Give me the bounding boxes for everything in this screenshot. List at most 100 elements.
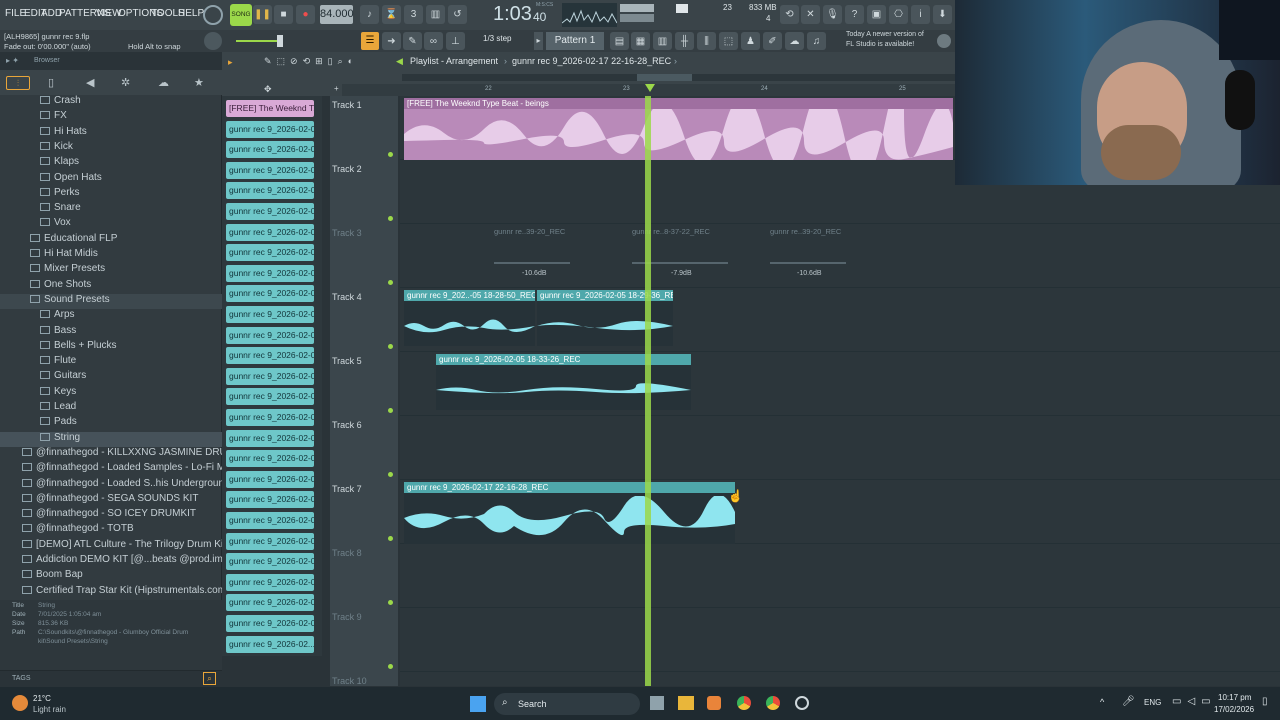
snap-step-select[interactable]: 1/3 step bbox=[483, 34, 511, 43]
playhead-marker[interactable] bbox=[645, 84, 655, 92]
browser-item[interactable]: Bells + Plucks bbox=[0, 340, 222, 355]
track-name[interactable]: Track 8 bbox=[332, 548, 362, 558]
tempo-display[interactable]: 84.000 bbox=[320, 5, 354, 24]
browser-item[interactable]: Klaps bbox=[0, 156, 222, 171]
browser-item[interactable]: Educational FLP bbox=[0, 233, 222, 248]
browser-item[interactable]: @finnathegod - Loaded Samples - Lo-Fi Me… bbox=[0, 462, 222, 477]
clip-picker-item[interactable]: gunnr rec 9_2026-02-03... bbox=[226, 120, 314, 138]
undo-history-icon[interactable]: ⟲ bbox=[780, 5, 799, 24]
weather-temp[interactable]: 21°C bbox=[33, 694, 51, 703]
track-lane[interactable] bbox=[400, 416, 1280, 480]
playlist-menu-icon[interactable]: ▸ bbox=[228, 57, 233, 68]
clip-picker-item[interactable]: gunnr rec 9_2026-02-03... bbox=[226, 264, 314, 282]
browser-item[interactable]: Boom Bap bbox=[0, 569, 222, 584]
browser-item[interactable]: Mixer Presets bbox=[0, 263, 222, 278]
browser-item[interactable]: Flute bbox=[0, 355, 222, 370]
steam-icon[interactable] bbox=[795, 696, 809, 710]
track-mute-led[interactable] bbox=[388, 280, 393, 285]
clip-picker-item[interactable]: gunnr rec 9_2026-02-03... bbox=[226, 306, 314, 323]
browser-item[interactable]: @finnathegod - SO ICEY DRUMKIT bbox=[0, 508, 222, 523]
browser-item[interactable]: Keys bbox=[0, 386, 222, 401]
playlist-icon[interactable]: ▤ bbox=[610, 32, 629, 50]
tray-expand-icon[interactable]: ^ bbox=[1100, 697, 1104, 707]
browser-item[interactable]: FX bbox=[0, 110, 222, 125]
news-line-1[interactable]: Today A newer version of bbox=[846, 31, 924, 38]
browser-item[interactable]: Addiction DEMO KIT [@...beats @prod.immo… bbox=[0, 554, 222, 569]
browser-item[interactable]: Crash bbox=[0, 95, 222, 110]
clip-picker-item[interactable]: gunnr rec 9_2026-02... bbox=[226, 635, 314, 653]
track-name[interactable]: Track 2 bbox=[332, 164, 362, 174]
track-mute-led[interactable] bbox=[388, 600, 393, 605]
clip-picker-item[interactable]: gunnr rec 9_2026-02-03... bbox=[226, 347, 314, 365]
mixer-view-icon[interactable]: ╫ bbox=[675, 32, 694, 50]
track-name[interactable]: Track 5 bbox=[332, 356, 362, 366]
clip-picker-item[interactable]: gunnr rec 9_2026-02-05... bbox=[226, 615, 314, 632]
clip-picker-item[interactable]: gunnr rec 9_2026-02-03... bbox=[226, 182, 314, 200]
track-mute-led[interactable] bbox=[388, 536, 393, 541]
clip-picker-item[interactable]: gunnr rec 9_2026-02-03... bbox=[226, 429, 314, 447]
track-name[interactable]: Track 3 bbox=[332, 228, 362, 238]
timeline-ruler[interactable]: 22 23 24 25 bbox=[342, 84, 955, 96]
search-icon[interactable]: ⌕ bbox=[203, 672, 216, 685]
info-icon[interactable]: i bbox=[911, 5, 930, 24]
slider-handle[interactable] bbox=[277, 35, 283, 47]
clip-picker-item[interactable]: gunnr rec 9_2026-02-05... bbox=[226, 532, 314, 550]
browser-item[interactable]: Snare bbox=[0, 202, 222, 217]
track-name[interactable]: Track 7 bbox=[332, 484, 362, 494]
playlist-play-icon[interactable]: ◀ bbox=[396, 56, 403, 67]
playhead-line[interactable] bbox=[645, 96, 651, 686]
link-icon[interactable]: ∞ bbox=[424, 32, 443, 50]
clip-picker-item[interactable]: gunnr rec 9_2026-02-05... bbox=[226, 512, 314, 529]
track-mute-led[interactable] bbox=[388, 216, 393, 221]
plugin-icon[interactable]: ⎔ bbox=[889, 5, 908, 24]
track-mute-led[interactable] bbox=[388, 664, 393, 669]
mixer-icon[interactable]: ✕ bbox=[801, 5, 820, 24]
browser-item[interactable]: @finnathegod - Loaded S..his Underground… bbox=[0, 478, 222, 493]
news-line-2[interactable]: FL Studio is available! bbox=[846, 41, 914, 48]
download-icon[interactable]: ⬇ bbox=[933, 5, 952, 24]
clip-picker-item[interactable]: gunnr rec 9_2026-02-03... bbox=[226, 285, 314, 303]
plugin-picker-icon[interactable]: ⬚ bbox=[719, 32, 738, 50]
track-mute-led[interactable] bbox=[388, 472, 393, 477]
pattern-prev-icon[interactable]: ▸ bbox=[534, 32, 543, 50]
clip-picker-item[interactable]: [FREE] The Weeknd T... bbox=[226, 100, 314, 117]
network-volume-icons[interactable]: ▭◁▭ bbox=[1172, 696, 1217, 707]
master-volume-bar[interactable] bbox=[620, 4, 654, 12]
track-mute-led[interactable] bbox=[388, 152, 393, 157]
clip-picker-item[interactable]: gunnr rec 9_2026-02-03... bbox=[226, 409, 314, 426]
browser-item[interactable]: Lead bbox=[0, 401, 222, 416]
track-name[interactable]: Track 9 bbox=[332, 612, 362, 622]
clip-picker-item[interactable]: gunnr rec 9_2026-02-05... bbox=[226, 553, 314, 571]
browser-plugins-icon[interactable]: ✲ bbox=[121, 76, 130, 89]
metronome-icon[interactable]: ♪ bbox=[360, 5, 379, 24]
playlist-tools-icons[interactable]: ✎⬚⊘⟲⊞▯⌕◐ bbox=[264, 56, 358, 67]
browser-pin-icon[interactable]: ▸ ✦ bbox=[6, 56, 19, 65]
clip-picker-item[interactable]: gunnr rec 9_2026-02-03... bbox=[226, 244, 314, 262]
step-edit-icon[interactable]: ▥ bbox=[426, 5, 445, 24]
browser-item[interactable]: One Shots bbox=[0, 279, 222, 294]
chrome-icon-2[interactable] bbox=[766, 696, 780, 710]
browser-item[interactable]: Sound Presets bbox=[0, 293, 222, 309]
piano-roll-icon[interactable]: ▦ bbox=[631, 32, 650, 50]
save-icon[interactable]: ▣ bbox=[867, 5, 886, 24]
track-lane[interactable] bbox=[400, 608, 1280, 672]
file-explorer-icon[interactable] bbox=[678, 696, 694, 710]
browser-item[interactable]: Guitars bbox=[0, 370, 222, 385]
clip-picker-item[interactable]: gunnr rec 9_2026-02-03... bbox=[226, 161, 314, 179]
track-mute-led[interactable] bbox=[388, 344, 393, 349]
fl-studio-taskbar-icon[interactable] bbox=[707, 696, 721, 710]
snap-icon[interactable]: ☰ bbox=[361, 32, 379, 50]
browser-item[interactable]: Certified Trap Star Kit (Hipstrumentals.… bbox=[0, 585, 222, 600]
master-pitch-slider[interactable] bbox=[236, 40, 278, 42]
browser-item[interactable]: Perks bbox=[0, 187, 222, 202]
pattern-selector[interactable]: Pattern 1 bbox=[546, 32, 604, 50]
browser-files-icon[interactable]: ▯ bbox=[48, 76, 54, 89]
browser-item[interactable]: Pads bbox=[0, 416, 222, 431]
news-icon[interactable] bbox=[937, 34, 951, 48]
browser-item[interactable]: String bbox=[0, 431, 222, 447]
clip-t4-a[interactable]: gunnr rec 9_202..-05 18-28-50_REC bbox=[404, 290, 535, 346]
browser-favorites-icon[interactable]: ★ bbox=[194, 76, 204, 89]
browser-item[interactable]: Bass bbox=[0, 325, 222, 340]
record-icon[interactable]: ● bbox=[296, 5, 315, 24]
song-mode-toggle[interactable]: SONG bbox=[230, 4, 252, 26]
